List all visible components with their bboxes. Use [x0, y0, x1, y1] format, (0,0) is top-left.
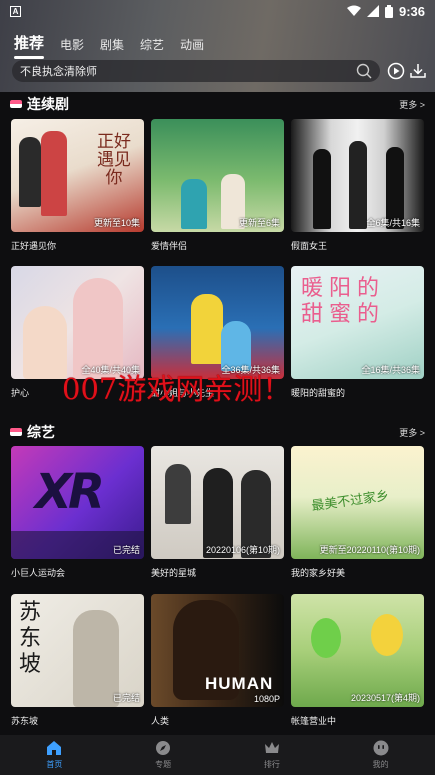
poster-card[interactable]: 更新至6集 爱情伴侣 — [151, 119, 284, 252]
nav-ranking[interactable]: 排行 — [218, 735, 327, 775]
battery-icon — [384, 4, 393, 18]
poster-card[interactable]: 苏东坡 已完结 苏东坡 — [11, 594, 144, 727]
poster-card[interactable]: 全6集/共16集 假面女王 — [291, 119, 424, 252]
tab-variety[interactable]: 综艺 — [140, 36, 164, 53]
section-title-variety: 综艺 — [10, 422, 55, 442]
poster-image: 20230517(第4期) — [291, 594, 424, 707]
poster-title-art: HUMAN — [205, 674, 274, 693]
figure-silhouette — [349, 141, 367, 229]
download-icon[interactable] — [408, 61, 428, 81]
episode-badge: 20230517(第4期) — [350, 693, 420, 703]
nav-home[interactable]: 首页 — [0, 735, 109, 775]
face-icon — [373, 740, 389, 756]
poster-image: XR 已完结 — [11, 446, 144, 559]
poster-card[interactable]: 最美不过家乡 更新至20220110(第10期) 我的家乡好美 — [291, 446, 424, 579]
episode-badge: 更新至6集 — [238, 218, 280, 228]
poster-card[interactable]: 暖阳的甜蜜的 全16集/共36集 暖阳的甜蜜的 — [291, 266, 424, 399]
poster-image: 20220106(第10期) — [151, 446, 284, 559]
poster-title-art: XR — [35, 464, 105, 520]
nav-label: 我的 — [372, 760, 389, 769]
episode-badge: 已完结 — [112, 693, 140, 703]
episode-badge: 全16集/共36集 — [361, 365, 420, 375]
poster-card[interactable]: HUMAN 1080P 人类 — [151, 594, 284, 727]
figure-silhouette — [165, 464, 191, 524]
poster-card[interactable]: XR 已完结 小巨人运动会 — [11, 446, 144, 579]
poster-image: 更新至6集 — [151, 119, 284, 232]
episode-badge: 更新至10集 — [93, 218, 140, 228]
nav-label: 排行 — [263, 760, 280, 769]
figure-silhouette — [181, 179, 207, 229]
tv-flag-icon — [10, 100, 22, 108]
mascot-shape — [371, 614, 403, 656]
card-title: 小巨人运动会 — [11, 568, 66, 578]
tab-recommend[interactable]: 推荐 — [14, 32, 45, 59]
bottom-navigation: 首页 专题 排行 我的 — [0, 735, 435, 775]
episode-badge: 已完结 — [112, 545, 140, 555]
card-title: 帐篷营业中 — [291, 716, 337, 726]
poster-title-art: 正好遇见你 — [97, 132, 131, 188]
poster-image: HUMAN 1080P — [151, 594, 284, 707]
poster-title-art: 苏东坡 — [19, 600, 42, 677]
episode-badge: 全6集/共16集 — [366, 218, 420, 228]
card-title: 正好遇见你 — [11, 241, 57, 251]
search-icon[interactable] — [356, 63, 372, 79]
poster-image: 全36集/共36集 — [151, 266, 284, 379]
search-placeholder: 不良执念清除师 — [20, 66, 97, 78]
home-icon — [46, 740, 62, 756]
figure-silhouette — [191, 294, 223, 364]
poster-image: 全6集/共16集 — [291, 119, 424, 232]
poster-title-art: 最美不过家乡 — [310, 488, 390, 515]
nav-label: 首页 — [46, 760, 63, 769]
mascot-shape — [311, 618, 341, 658]
card-title: 假面女王 — [291, 241, 328, 251]
status-bar: A 9:36 — [0, 0, 435, 22]
poster-image: 最美不过家乡 更新至20220110(第10期) — [291, 446, 424, 559]
poster-card[interactable]: 20220106(第10期) 美好的星城 — [151, 446, 284, 579]
nav-profile[interactable]: 我的 — [326, 735, 435, 775]
tab-anime[interactable]: 动画 — [180, 36, 204, 53]
poster-image: 全40集/共40集 — [11, 266, 144, 379]
crown-icon — [264, 740, 280, 756]
compass-icon — [155, 740, 171, 756]
nav-topics[interactable]: 专题 — [109, 735, 218, 775]
clock-time: 9:36 — [398, 3, 425, 19]
search-bar[interactable]: 不良执念清除师 — [12, 60, 380, 82]
poster-card[interactable]: 正好遇见你 更新至10集 正好遇见你 — [11, 119, 144, 252]
card-title: 人类 — [151, 716, 170, 726]
more-link-series[interactable]: 更多 > — [399, 98, 425, 111]
figure-silhouette — [19, 137, 41, 207]
card-title: 苏东坡 — [11, 716, 39, 726]
section-title-text: 连续剧 — [27, 96, 69, 112]
signal-icon — [366, 5, 379, 17]
figure-silhouette — [313, 149, 331, 229]
section-title-series: 连续剧 — [10, 94, 69, 114]
poster-image: 苏东坡 已完结 — [11, 594, 144, 707]
figure-silhouette — [41, 131, 67, 216]
history-play-icon[interactable] — [386, 61, 406, 81]
episode-badge: 更新至20220110(第10期) — [319, 545, 420, 555]
section-title-text: 综艺 — [27, 424, 55, 440]
watermark-text: 007游戏网亲测！ — [62, 372, 292, 406]
tab-series[interactable]: 剧集 — [100, 36, 124, 53]
poster-image: 暖阳的甜蜜的 全16集/共36集 — [291, 266, 424, 379]
wifi-icon — [346, 5, 361, 17]
quality-badge: 1080P — [253, 694, 280, 704]
notification-a-icon: A — [10, 5, 21, 17]
tv-flag-icon — [10, 428, 22, 436]
episode-badge: 20220106(第10期) — [205, 545, 280, 555]
poster-card[interactable]: 20230517(第4期) 帐篷营业中 — [291, 594, 424, 727]
card-title: 美好的星城 — [151, 568, 197, 578]
more-link-variety[interactable]: 更多 > — [399, 426, 425, 439]
card-title: 我的家乡好美 — [291, 568, 346, 578]
poster-image: 正好遇见你 更新至10集 — [11, 119, 144, 232]
card-title: 爱情伴侣 — [151, 241, 188, 251]
nav-label: 专题 — [155, 760, 172, 769]
figure-silhouette — [23, 306, 67, 379]
category-tabs: 推荐 电影 剧集 综艺 动画 — [14, 32, 204, 59]
poster-title-art: 暖阳的甜蜜的 — [301, 276, 386, 327]
tab-movies[interactable]: 电影 — [60, 36, 84, 53]
card-title: 暖阳的甜蜜的 — [291, 388, 346, 398]
